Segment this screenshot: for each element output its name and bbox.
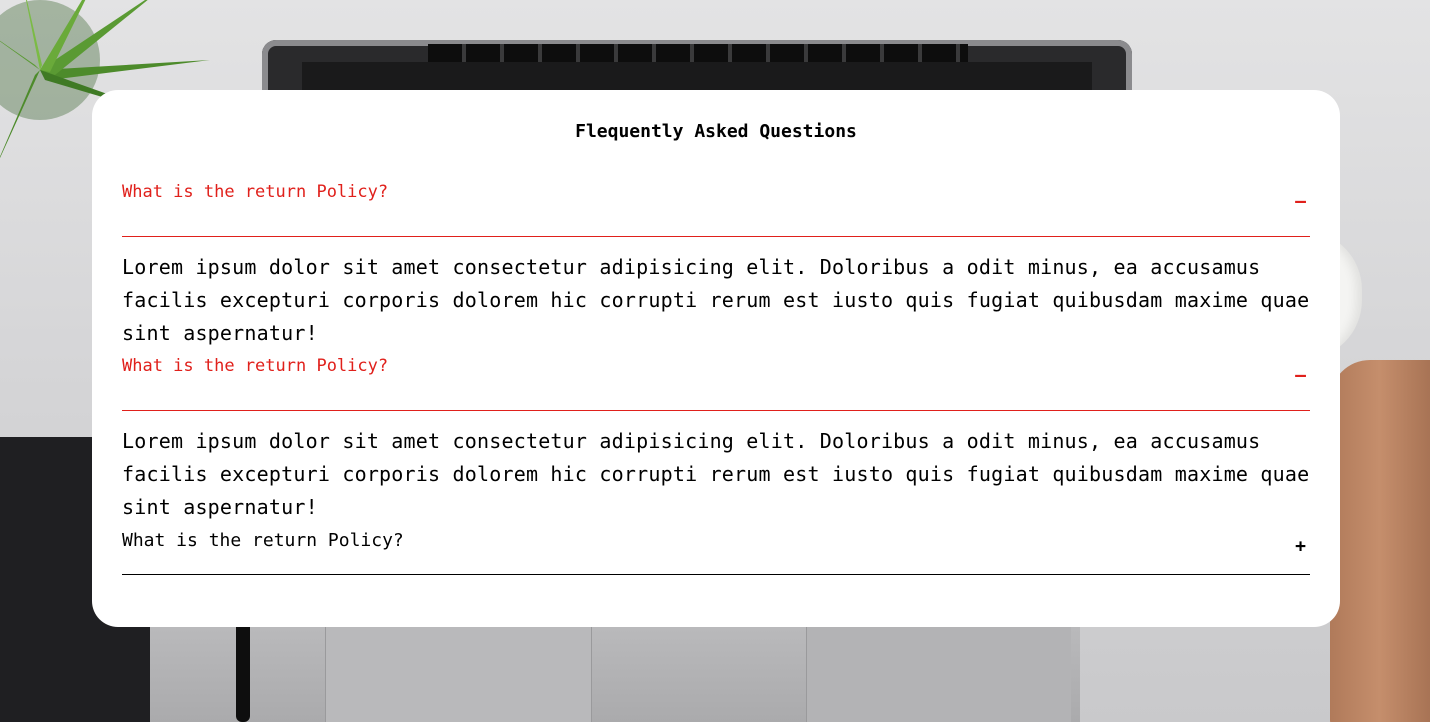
- faq-question: What is the return Policy?: [122, 182, 389, 202]
- laptop-keyboard-image: [428, 44, 968, 62]
- faq-card: Flequently Asked Questions What is the r…: [92, 90, 1340, 627]
- laptop-palmrest-image: [325, 620, 592, 722]
- faq-question: What is the return Policy?: [122, 356, 389, 376]
- hand-image: [1330, 360, 1430, 722]
- faq-question-toggle[interactable]: What is the return Policy? +: [122, 529, 1310, 575]
- faq-item: What is the return Policy? – Lorem ipsum…: [122, 179, 1310, 353]
- faq-item: What is the return Policy? +: [122, 529, 1310, 575]
- faq-item: What is the return Policy? – Lorem ipsum…: [122, 353, 1310, 527]
- pen-image: [236, 620, 250, 722]
- minus-icon[interactable]: –: [1295, 193, 1306, 211]
- faq-question-toggle[interactable]: What is the return Policy? –: [122, 353, 1310, 411]
- faq-question-toggle[interactable]: What is the return Policy? –: [122, 179, 1310, 237]
- faq-question: What is the return Policy?: [122, 530, 404, 551]
- laptop-trackpad-image: [806, 620, 1071, 722]
- faq-list: What is the return Policy? – Lorem ipsum…: [122, 179, 1310, 575]
- faq-title: Flequently Asked Questions: [575, 121, 857, 142]
- plus-icon[interactable]: +: [1295, 538, 1306, 556]
- faq-answer: Lorem ipsum dolor sit amet consectetur a…: [122, 255, 1310, 345]
- faq-answer: Lorem ipsum dolor sit amet consectetur a…: [122, 429, 1310, 519]
- minus-icon[interactable]: –: [1295, 367, 1306, 385]
